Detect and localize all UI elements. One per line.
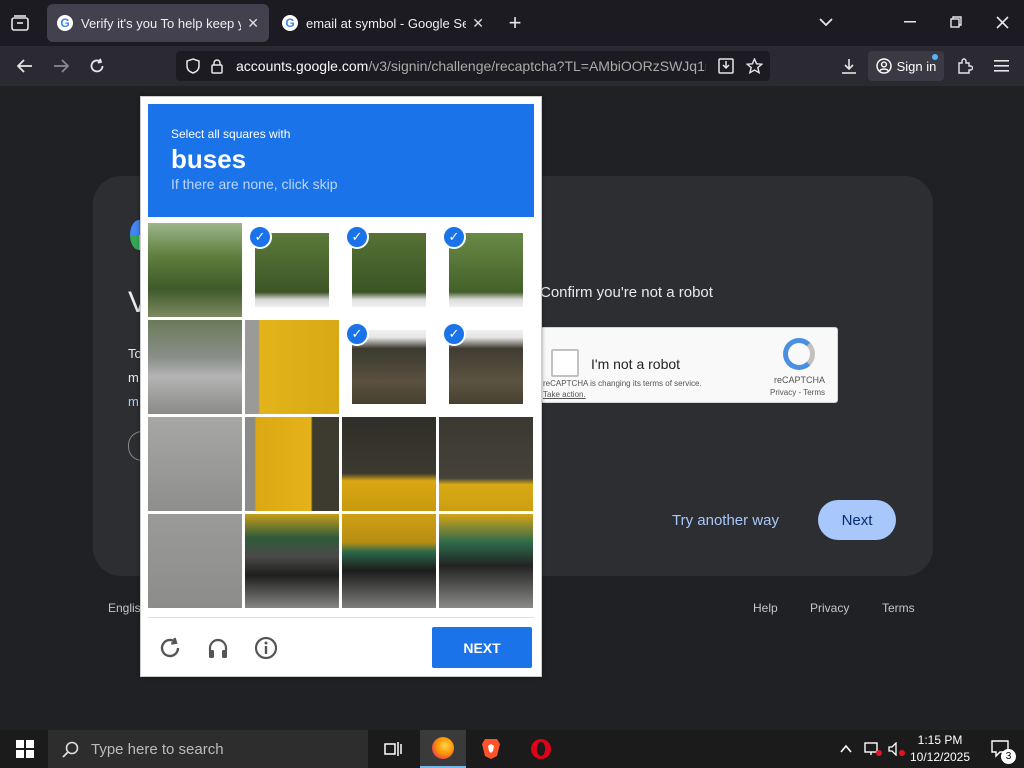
- captcha-tile[interactable]: [439, 417, 533, 511]
- clock-time: 1:15 PM: [917, 733, 963, 747]
- bookmark-star-icon[interactable]: [740, 58, 768, 74]
- sign-in-label: Sign in: [896, 58, 937, 74]
- url-text[interactable]: accounts.google.com/v3/signin/challenge/…: [236, 58, 706, 74]
- tab-title: email at symbol - Google Search: [306, 15, 467, 31]
- brave-taskbar-icon[interactable]: [468, 730, 514, 768]
- recaptcha-logo-icon: [783, 338, 815, 370]
- account-icon: [875, 58, 892, 74]
- captcha-tile[interactable]: [342, 514, 436, 608]
- not-robot-label: I'm not a robot: [591, 356, 681, 372]
- tab-title: Verify it's you To help keep your: [81, 15, 242, 31]
- forward-arrow-icon[interactable]: [48, 54, 74, 78]
- image-tile-grid: ✓ ✓ ✓ ✓ ✓: [148, 223, 534, 609]
- captcha-tile[interactable]: [245, 417, 339, 511]
- verify-next-button[interactable]: NEXT: [432, 627, 532, 668]
- captcha-tile[interactable]: [148, 514, 242, 608]
- list-tabs-chevron-icon[interactable]: [814, 10, 838, 34]
- challenge-instruction: Select all squares with: [171, 127, 291, 141]
- language-selector[interactable]: Englis: [108, 601, 141, 615]
- tab-search[interactable]: G email at symbol - Google Search ✕: [272, 4, 494, 42]
- checkmark-icon: ✓: [345, 225, 369, 249]
- text-fragment: m: [128, 370, 139, 385]
- privacy-terms-link[interactable]: Privacy - Terms: [770, 388, 825, 397]
- try-another-way-link[interactable]: Try another way: [672, 512, 779, 529]
- terms-line: reCAPTCHA is changing its terms of servi…: [543, 379, 702, 388]
- footer-privacy-link[interactable]: Privacy: [810, 601, 849, 615]
- audio-challenge-headphones-icon[interactable]: [202, 632, 234, 664]
- checkmark-icon: ✓: [442, 225, 466, 249]
- take-action-link[interactable]: Take action.: [543, 389, 702, 400]
- confirm-text: Confirm you're not a robot: [540, 284, 713, 301]
- info-icon[interactable]: [250, 632, 282, 664]
- challenge-divider: [148, 617, 534, 618]
- task-view-icon[interactable]: [370, 730, 416, 768]
- taskbar-search-box[interactable]: Type here to search: [48, 730, 368, 768]
- google-favicon-icon: G: [282, 15, 298, 31]
- captcha-tile[interactable]: [342, 417, 436, 511]
- challenge-hint: If there are none, click skip: [171, 176, 338, 192]
- next-button[interactable]: Next: [818, 500, 896, 540]
- captcha-tile[interactable]: [245, 320, 339, 414]
- sign-in-button[interactable]: Sign in: [868, 51, 944, 81]
- challenge-header: Select all squares with buses If there a…: [148, 104, 534, 217]
- captcha-tile[interactable]: [148, 320, 242, 414]
- close-window-icon[interactable]: [990, 10, 1014, 34]
- address-bar[interactable]: accounts.google.com/v3/signin/challenge/…: [176, 51, 770, 81]
- back-arrow-icon[interactable]: [12, 54, 38, 78]
- footer-terms-link[interactable]: Terms: [882, 601, 915, 615]
- menu-hamburger-icon[interactable]: [988, 54, 1014, 78]
- windows-start-icon[interactable]: [2, 730, 48, 768]
- not-robot-checkbox[interactable]: [551, 349, 579, 377]
- opera-taskbar-icon[interactable]: [518, 730, 564, 768]
- recaptcha-brand: reCAPTCHA: [773, 375, 825, 385]
- recaptcha-terms: reCAPTCHA is changing its terms of servi…: [543, 378, 702, 400]
- captcha-tile[interactable]: [148, 417, 242, 511]
- minimize-icon[interactable]: [898, 10, 922, 34]
- tab-overview-icon[interactable]: [6, 10, 34, 36]
- footer-help-link[interactable]: Help: [753, 601, 778, 615]
- system-clock[interactable]: 1:15 PM 10/12/2025: [900, 732, 980, 766]
- restore-icon[interactable]: [944, 10, 968, 34]
- captcha-tile[interactable]: [148, 223, 242, 317]
- tray-chevron-up-icon[interactable]: [830, 730, 862, 768]
- reload-challenge-icon[interactable]: [154, 632, 186, 664]
- firefox-taskbar-icon[interactable]: [420, 730, 466, 768]
- google-favicon-icon: G: [57, 15, 73, 31]
- checkmark-icon: ✓: [248, 225, 272, 249]
- recaptcha-widget: I'm not a robot reCAPTCHA is changing it…: [540, 327, 838, 403]
- network-icon[interactable]: [860, 730, 886, 768]
- challenge-target: buses: [171, 144, 247, 174]
- link-fragment[interactable]: m: [128, 394, 139, 409]
- search-placeholder: Type here to search: [91, 740, 224, 758]
- tab-verify[interactable]: G Verify it's you To help keep your ✕: [47, 4, 269, 42]
- lock-icon[interactable]: [206, 58, 228, 74]
- shield-icon[interactable]: [180, 58, 206, 74]
- checkmark-icon: ✓: [345, 322, 369, 346]
- captcha-tile[interactable]: [245, 514, 339, 608]
- clock-date: 10/12/2025: [909, 750, 971, 764]
- reload-icon[interactable]: [84, 54, 110, 78]
- search-icon: [62, 741, 79, 758]
- captcha-tile[interactable]: [439, 514, 533, 608]
- downloads-icon[interactable]: [836, 54, 862, 78]
- extensions-icon[interactable]: [952, 54, 978, 78]
- reader-view-icon[interactable]: [712, 58, 740, 74]
- checkmark-icon: ✓: [442, 322, 466, 346]
- notification-dot: [932, 54, 938, 60]
- new-tab-icon[interactable]: +: [502, 10, 528, 36]
- tab-close-icon[interactable]: ✕: [472, 15, 484, 32]
- tab-close-icon[interactable]: ✕: [247, 15, 259, 32]
- notification-count-badge: 3: [1001, 749, 1016, 764]
- notification-center-icon[interactable]: 3: [978, 730, 1024, 768]
